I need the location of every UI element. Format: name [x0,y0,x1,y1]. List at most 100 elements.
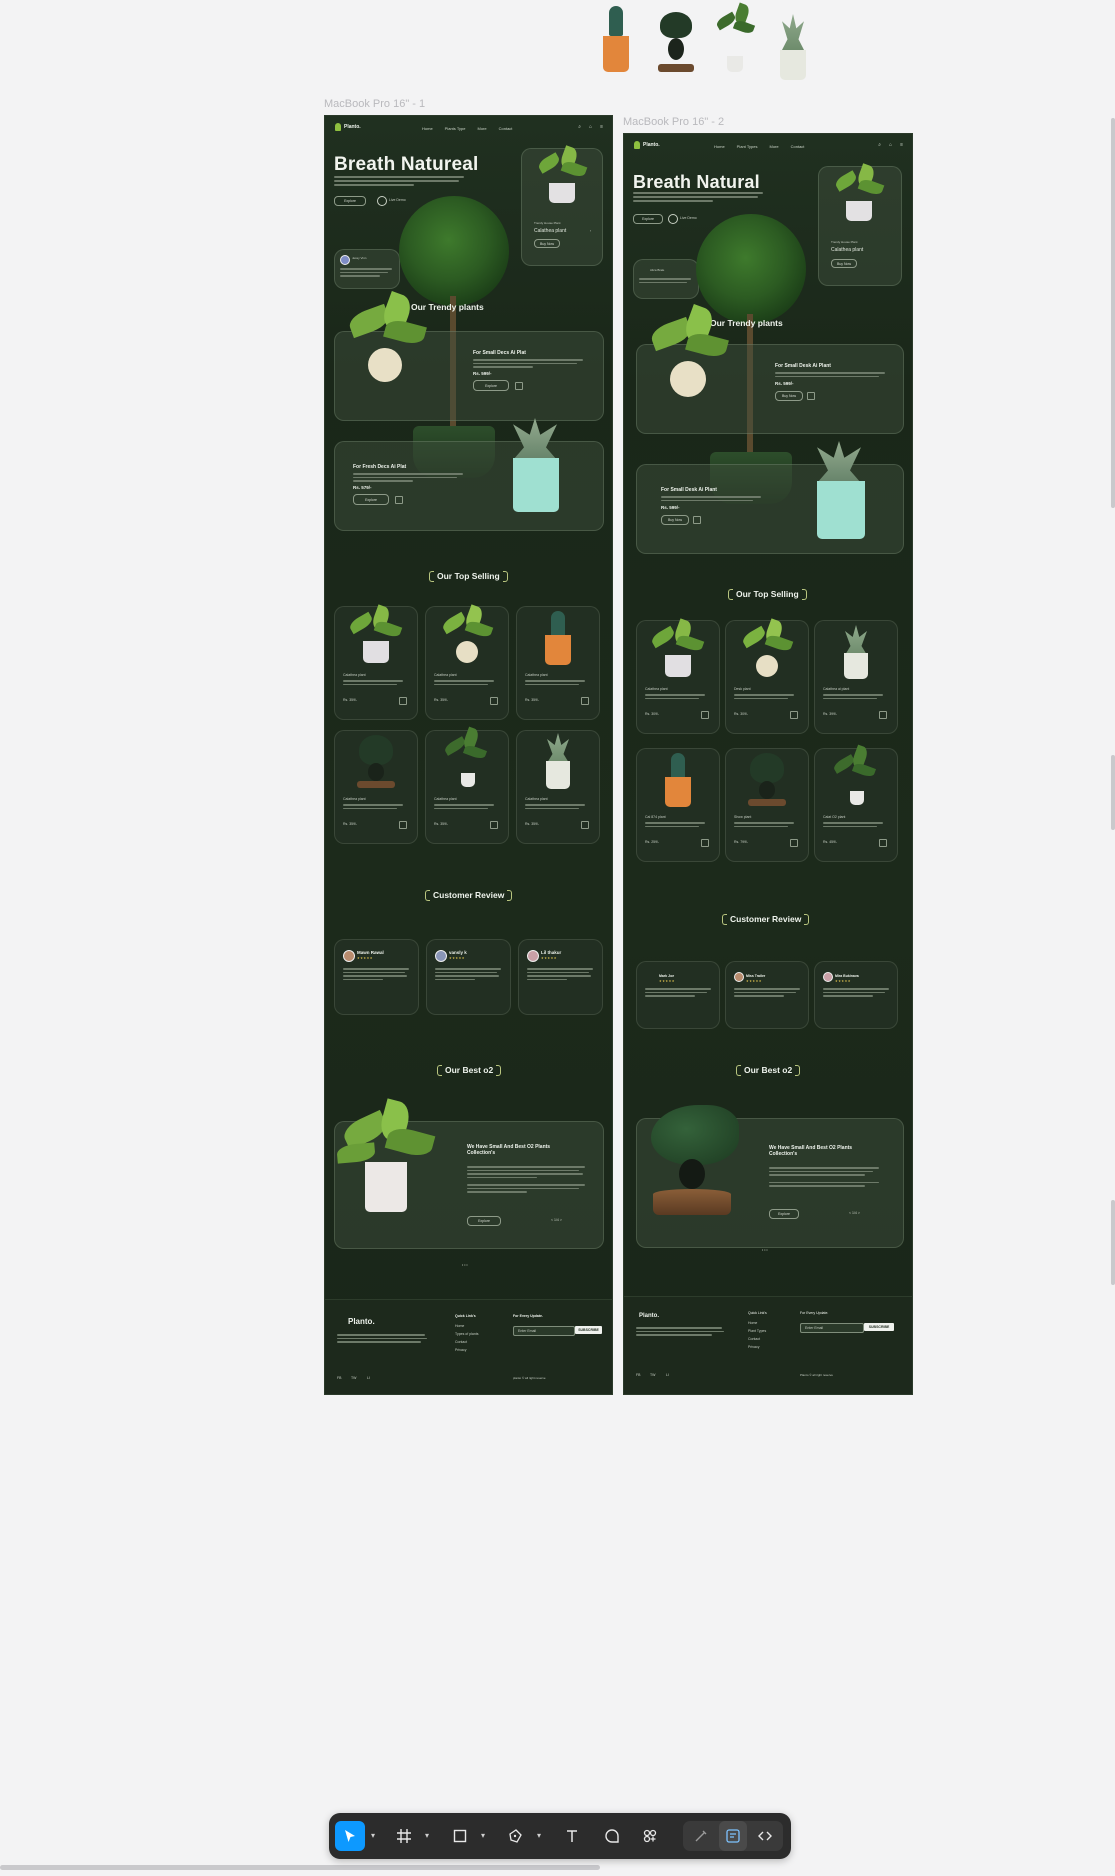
components-tool-button[interactable] [635,1821,665,1851]
explore-button[interactable]: Explore [633,214,663,224]
pagination-dots[interactable]: • • • [462,1263,468,1267]
product-card[interactable]: Desk plant Rs. 309/- [725,618,809,734]
product-card[interactable]: Calathea plant Rs. 359/- [516,730,600,844]
cart-icon[interactable] [399,821,407,829]
cart-icon[interactable] [807,392,815,400]
product-card[interactable]: Calathea plant Rs. 359/- [334,730,418,844]
subscribe-button[interactable]: SUBSCRIBE [575,1326,602,1334]
footer-link-contact[interactable]: Contact [748,1337,760,1341]
cart-icon[interactable] [693,516,701,524]
nav-more[interactable]: More [478,126,487,131]
cart-icon[interactable] [490,697,498,705]
cart-icon[interactable] [790,711,798,719]
footer-link-home[interactable]: Home [748,1321,757,1325]
vertical-scrollbar[interactable] [1111,118,1115,508]
trendy-card-2[interactable]: For Small Desk Ai Plant Rs. 599/- Buy No… [636,441,904,554]
asset-aloe-white-pot[interactable] [776,14,810,82]
product-card[interactable]: Cal 874 plant Rs. 259/- [636,748,720,862]
footer-link-privacy[interactable]: Privacy [748,1345,759,1349]
product-card[interactable]: Calathea plant Rs. 359/- [334,604,418,720]
shape-tool-button[interactable] [445,1821,475,1851]
comment-tool-button[interactable] [597,1821,627,1851]
vertical-scrollbar-segment[interactable] [1111,1200,1115,1285]
product-card[interactable]: Calathea plant Rs. 309/- [636,618,720,734]
social-fb[interactable]: FB [636,1373,640,1377]
buy-now-button[interactable]: Buy Now [534,239,560,248]
cart-icon[interactable] [515,382,523,390]
search-icon[interactable]: ⌕ [878,142,881,148]
frame1-label[interactable]: MacBook Pro 16" - 1 [324,98,425,110]
frame-macbook-2[interactable]: Planto. Home Plant Types More Contact ⌕ … [623,133,913,1395]
footer-link-types[interactable]: Types of plants [455,1332,479,1336]
product-card[interactable]: Calathea plant Rs. 359/- [425,726,509,844]
trendy-buy-button[interactable]: Buy Now [775,391,803,401]
cart-icon[interactable] [701,711,709,719]
product-card[interactable]: Calathea plant Rs. 359/- [516,606,600,720]
cart-icon[interactable] [879,711,887,719]
social-li[interactable]: LI [367,1376,370,1380]
cart-icon[interactable]: ⌂ [889,142,892,148]
search-icon[interactable]: ⌕ [578,124,581,130]
trendy-card-2[interactable]: For Fresh Decs Ai Plat Rs. 579/- Explore [334,418,604,531]
footer-link-home[interactable]: Home [455,1324,464,1328]
pagination-dots[interactable]: • • • [762,1248,768,1252]
buy-now-button[interactable]: Buy Now [831,259,857,268]
vertical-scrollbar-segment[interactable] [1111,755,1115,830]
chevron-down-icon[interactable]: ▾ [425,1831,429,1840]
trendy-explore-button[interactable]: Explore [473,380,509,391]
cart-icon[interactable] [790,839,798,847]
cart-icon[interactable] [879,839,887,847]
nav-contact[interactable]: Contact [791,144,805,149]
product-card[interactable]: Calathea plant Rs. 359/- [425,604,509,720]
trendy-card-1[interactable]: For Small Decs Ai Plat Rs. 599/- Explore [334,290,604,421]
move-tool-button[interactable] [335,1821,365,1851]
trendy-explore-button[interactable]: Explore [353,494,389,505]
text-tool-button[interactable] [557,1821,587,1851]
horizontal-scrollbar[interactable] [0,1865,600,1870]
brand-logo[interactable]: Planto. [335,123,361,131]
footer-brand[interactable]: Planto. [636,1313,659,1319]
play-icon[interactable] [377,196,387,206]
cart-icon[interactable] [701,839,709,847]
frame-tool-button[interactable] [389,1821,419,1851]
chevron-right-icon[interactable]: › [590,229,591,233]
menu-icon[interactable]: ≡ [600,124,603,130]
frame2-label[interactable]: MacBook Pro 16" - 2 [623,116,724,128]
cart-icon[interactable]: ⌂ [589,124,592,130]
hero-product-card[interactable]: Trendy House Plant Calathea plant Buy No… [818,163,902,286]
email-field[interactable]: Enter Email [800,1323,864,1333]
footer-link-types[interactable]: Plant Types [748,1329,766,1333]
frame-macbook-1[interactable]: Planto. Home Plants Type More Contact ⌕ … [324,115,613,1395]
social-li[interactable]: LI [666,1373,669,1377]
social-fb[interactable]: FB [337,1376,341,1380]
chevron-down-icon[interactable]: ▾ [371,1831,375,1840]
dev-mode-button[interactable] [751,1821,779,1851]
product-card[interactable]: Calat O2 plant Rs. 459/- [814,744,898,862]
best-explore-button[interactable]: Explore [467,1216,501,1226]
nav-plant-types[interactable]: Plant Types [737,144,758,149]
nav-home[interactable]: Home [714,144,725,149]
draw-mode-button[interactable] [687,1821,715,1851]
asset-cactus-orange-pot[interactable] [600,6,632,74]
social-tw[interactable]: TW [351,1376,356,1380]
product-card[interactable]: Show plant Rs. 799/- [725,748,809,862]
footer-link-privacy[interactable]: Privacy [455,1348,466,1352]
cart-icon[interactable] [581,821,589,829]
asset-dracaena-white-pot[interactable] [712,2,756,76]
product-card[interactable]: Calathea ai plant Rs. 399/- [814,620,898,734]
hero-product-card[interactable]: Trendy House Plant Calathea plant Buy No… [521,145,603,266]
subscribe-button[interactable]: SUBSCRIBE [864,1323,894,1331]
play-icon[interactable] [668,214,678,224]
chevron-down-icon[interactable]: ▾ [537,1831,541,1840]
explore-button[interactable]: Explore [334,196,366,206]
nav-plants-type[interactable]: Plants Type [445,126,466,131]
footer-link-contact[interactable]: Contact [455,1340,467,1344]
cart-icon[interactable] [581,697,589,705]
carousel-pager[interactable]: < 1/4 > [849,1211,860,1215]
cart-icon[interactable] [395,496,403,504]
nav-contact[interactable]: Contact [499,126,513,131]
best-explore-button[interactable]: Explore [769,1209,799,1219]
cart-icon[interactable] [490,821,498,829]
trendy-buy-button[interactable]: Buy Now [661,515,689,525]
chevron-down-icon[interactable]: ▾ [481,1831,485,1840]
